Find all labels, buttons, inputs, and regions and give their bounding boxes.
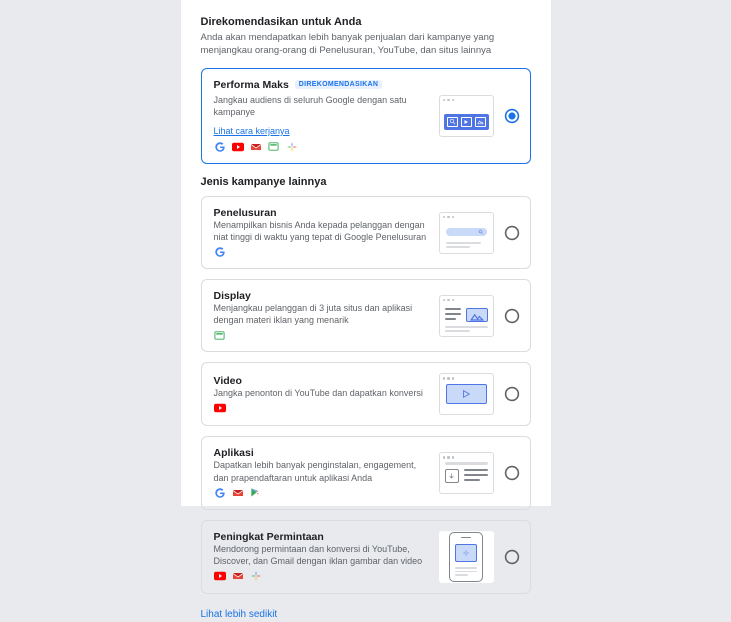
card-title: Video bbox=[214, 375, 429, 387]
google-icon bbox=[214, 246, 226, 258]
channel-icons bbox=[214, 402, 429, 414]
card-description: Menjangkau pelanggan di 3 juta situs dan… bbox=[214, 302, 429, 326]
campaign-card-search[interactable]: Penelusuran Menampilkan bisnis Anda kepa… bbox=[201, 196, 531, 269]
learn-how-link[interactable]: Lihat cara kerjanya bbox=[214, 126, 290, 136]
campaign-card-app[interactable]: Aplikasi Dapatkan lebih banyak penginsta… bbox=[201, 436, 531, 509]
card-title: Aplikasi bbox=[214, 447, 429, 459]
display-network-icon bbox=[268, 141, 280, 153]
card-description: Menampilkan bisnis Anda kepada pelanggan… bbox=[214, 219, 429, 243]
card-thumbnail bbox=[439, 452, 494, 494]
card-description: Jangkau audiens di seluruh Google dengan… bbox=[214, 94, 429, 118]
play-store-icon bbox=[250, 487, 262, 499]
discover-icon bbox=[250, 570, 262, 582]
campaign-card-performance-max[interactable]: Performa Maks DIREKOMENDASIKAN Jangkau a… bbox=[201, 68, 531, 164]
channel-icons bbox=[214, 141, 429, 153]
channel-icons bbox=[214, 246, 429, 258]
gmail-icon bbox=[232, 487, 244, 499]
radio-unselected[interactable] bbox=[504, 386, 520, 402]
card-thumbnail bbox=[439, 212, 494, 254]
recommended-badge: DIREKOMENDASIKAN bbox=[295, 80, 382, 89]
radio-unselected[interactable] bbox=[504, 225, 520, 241]
channel-icons bbox=[214, 329, 429, 341]
card-title: Display bbox=[214, 290, 429, 302]
card-title: Performa Maks bbox=[214, 79, 289, 91]
campaign-card-demand-gen[interactable]: Peningkat Permintaan Mendorong permintaa… bbox=[201, 520, 531, 594]
recommended-subtext: Anda akan mendapatkan lebih banyak penju… bbox=[201, 32, 531, 58]
card-thumbnail bbox=[439, 531, 494, 583]
campaign-card-video[interactable]: Video Jangka penonton di YouTube dan dap… bbox=[201, 362, 531, 426]
card-thumbnail bbox=[439, 95, 494, 137]
card-title: Peningkat Permintaan bbox=[214, 531, 429, 543]
channel-icons bbox=[214, 487, 429, 499]
youtube-icon bbox=[232, 141, 244, 153]
radio-unselected[interactable] bbox=[504, 308, 520, 324]
card-description: Jangka penonton di YouTube dan dapatkan … bbox=[214, 387, 429, 399]
radio-unselected[interactable] bbox=[504, 549, 520, 565]
card-title: Penelusuran bbox=[214, 207, 429, 219]
google-icon bbox=[214, 141, 226, 153]
channel-icons bbox=[214, 570, 429, 582]
gmail-icon bbox=[232, 570, 244, 582]
display-network-icon bbox=[214, 329, 226, 341]
card-description: Mendorong permintaan dan konversi di You… bbox=[214, 543, 429, 567]
youtube-icon bbox=[214, 402, 226, 414]
campaign-card-display[interactable]: Display Menjangkau pelanggan di 3 juta s… bbox=[201, 279, 531, 352]
card-description: Dapatkan lebih banyak penginstalan, enga… bbox=[214, 459, 429, 483]
other-types-heading: Jenis kampanye lainnya bbox=[201, 176, 531, 188]
campaign-type-panel: Direkomendasikan untuk Anda Anda akan me… bbox=[181, 0, 551, 506]
radio-selected[interactable] bbox=[504, 108, 520, 124]
card-thumbnail bbox=[439, 295, 494, 337]
card-thumbnail bbox=[439, 373, 494, 415]
discover-icon bbox=[286, 141, 298, 153]
gmail-icon bbox=[250, 141, 262, 153]
radio-unselected[interactable] bbox=[504, 465, 520, 481]
google-icon bbox=[214, 487, 226, 499]
youtube-icon bbox=[214, 570, 226, 582]
show-less-link[interactable]: Lihat lebih sedikit bbox=[201, 609, 278, 620]
recommended-heading: Direkomendasikan untuk Anda bbox=[201, 16, 531, 28]
